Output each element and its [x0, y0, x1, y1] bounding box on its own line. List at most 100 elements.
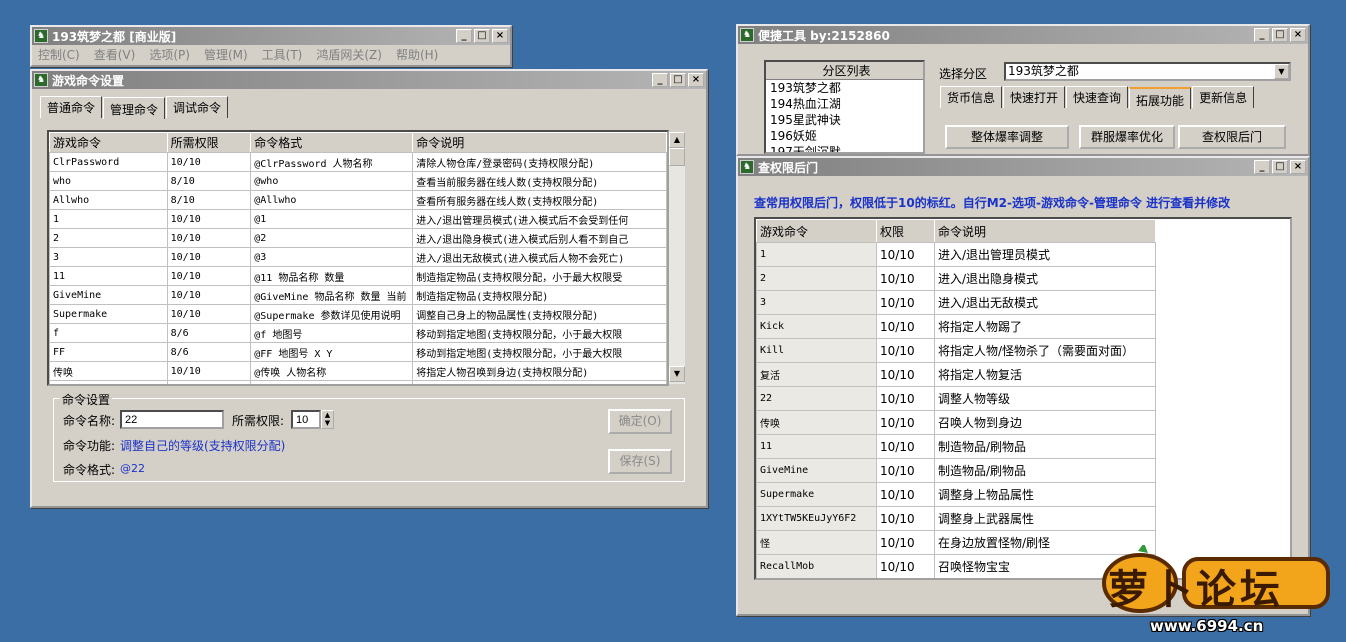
cell-permission[interactable]: 10/10 [166, 285, 252, 305]
cell-format[interactable]: @11 物品名称 数量 [250, 266, 414, 286]
close-button[interactable]: × [1290, 28, 1306, 42]
tab-update-info[interactable]: 更新信息 [1192, 86, 1255, 108]
table-row[interactable]: 2 10/10 进入/退出隐身模式 [756, 266, 1156, 291]
main-window-titlebar[interactable]: ♞ 193筑梦之都 [商业版] _ □ × [32, 27, 510, 45]
table-row[interactable]: 明暗10/10@明暗 人物名称明暗指定人物(支持权限分配) [49, 380, 667, 384]
menu-tools[interactable]: 工具(T) [262, 46, 303, 63]
col-header-description[interactable]: 命令说明 [412, 132, 667, 153]
tab-currency-info[interactable]: 货币信息 [940, 86, 1003, 108]
cell-command[interactable]: 1 [756, 242, 877, 267]
cell-command[interactable]: Kill [756, 338, 877, 363]
overall-drop-rate-button[interactable]: 整体爆率调整 [945, 125, 1069, 149]
minimize-button[interactable]: _ [456, 29, 472, 43]
cell-description[interactable]: 召唤人物到身边 [934, 410, 1156, 435]
cell-command[interactable]: 2 [49, 228, 168, 248]
group-drop-rate-button[interactable]: 群服爆率优化 [1079, 125, 1175, 149]
scroll-down-icon[interactable]: ▼ [669, 366, 685, 382]
cell-command[interactable]: 1 [49, 209, 168, 229]
cell-permission[interactable]: 10/10 [876, 530, 935, 555]
save-button[interactable]: 保存(S) [608, 449, 672, 474]
close-button[interactable]: × [1290, 160, 1306, 174]
cell-command[interactable]: 22 [756, 386, 877, 411]
cell-description[interactable]: 查看所有服务器在线人数(支持权限分配) [412, 190, 667, 210]
cell-format[interactable]: @明暗 人物名称 [250, 380, 414, 384]
cell-description[interactable]: 进入/退出无敌模式(进入模式后人物不会死亡) [412, 247, 667, 267]
cell-description[interactable]: 调整身上物品属性 [934, 482, 1156, 507]
cell-permission[interactable]: 10/10 [876, 314, 935, 339]
cell-permission[interactable]: 10/10 [166, 304, 252, 324]
close-button[interactable]: × [688, 73, 704, 87]
command-window-titlebar[interactable]: ♞ 游戏命令设置 _ □ × [32, 71, 706, 89]
cell-command[interactable]: 1XYtTW5KEuJyY6F2 [756, 506, 877, 531]
menu-view[interactable]: 查看(V) [94, 46, 136, 63]
list-item[interactable]: 194热血江湖 [766, 96, 923, 112]
menu-manage[interactable]: 管理(M) [204, 46, 248, 63]
table-row[interactable]: Kill 10/10 将指定人物/怪物杀了（需要面对面） [756, 338, 1156, 363]
cell-description[interactable]: 移动到指定地图(支持权限分配，小于最大权限 [412, 342, 667, 362]
cell-permission[interactable]: 10/10 [876, 506, 935, 531]
cell-command[interactable]: RecallMob [756, 554, 877, 578]
cell-format[interactable]: @FF 地图号 X Y [250, 342, 414, 362]
maximize-button[interactable]: □ [670, 73, 686, 87]
tab-quick-open[interactable]: 快速打开 [1003, 86, 1066, 108]
maximize-button[interactable]: □ [474, 29, 490, 43]
close-button[interactable]: × [492, 29, 508, 43]
quick-tools-titlebar[interactable]: ♞ 便捷工具 by:2152860 _ □ × [738, 26, 1308, 44]
table-row[interactable]: 复活 10/10 将指定人物复活 [756, 362, 1156, 387]
cell-command[interactable]: GiveMine [756, 458, 877, 483]
partition-list[interactable]: 分区列表 193筑梦之都 194热血江湖 195星武神诀 196妖姬 197天剑… [764, 60, 925, 154]
cell-format[interactable]: @Supermake 参数详见使用说明 [250, 304, 414, 324]
cell-permission[interactable]: 10/10 [876, 242, 935, 267]
cell-description[interactable]: 进入/退出无敌模式 [934, 290, 1156, 315]
list-item[interactable]: 196妖姬 [766, 128, 923, 144]
col-header-permission[interactable]: 权限 [876, 219, 935, 243]
cell-description[interactable]: 调整自己身上的物品属性(支持权限分配) [412, 304, 667, 324]
cell-command[interactable]: f [49, 323, 168, 343]
cell-description[interactable]: 将指定人物/怪物杀了（需要面对面） [934, 338, 1156, 363]
cell-permission[interactable]: 10/10 [876, 458, 935, 483]
col-header-format[interactable]: 命令格式 [250, 132, 414, 153]
command-name-input[interactable] [120, 410, 224, 429]
table-row[interactable]: who 8/10 @who 查看当前服务器在线人数(支持权限分配) [49, 171, 667, 191]
cell-format[interactable]: @传唤 人物名称 [250, 361, 414, 381]
cell-command[interactable]: who [49, 171, 168, 191]
table-row[interactable]: RecallMob 10/10 召唤怪物宝宝 [756, 554, 1156, 578]
table-row[interactable]: 22 10/10 调整人物等级 [756, 386, 1156, 411]
table-row[interactable]: 怪 10/10 在身边放置怪物/刷怪 [756, 530, 1156, 555]
cell-permission[interactable]: 10/10 [166, 380, 252, 384]
permission-spinner[interactable] [291, 410, 321, 429]
cell-command[interactable]: 2 [756, 266, 877, 291]
menu-control[interactable]: 控制(C) [38, 46, 80, 63]
ok-button[interactable]: 确定(O) [608, 409, 672, 434]
cell-description[interactable]: 进入/退出管理员模式(进入模式后不会受到任何 [412, 209, 667, 229]
cell-permission[interactable]: 8/6 [166, 342, 252, 362]
cell-permission[interactable]: 10/10 [876, 266, 935, 291]
cell-description[interactable]: 移动到指定地图(支持权限分配，小于最大权限 [412, 323, 667, 343]
cell-permission[interactable]: 10/10 [166, 361, 252, 381]
col-header-command[interactable]: 游戏命令 [49, 132, 168, 153]
table-row[interactable]: Allwho 8/10 @Allwho 查看所有服务器在线人数(支持权限分配) [49, 190, 667, 210]
cell-permission[interactable]: 10/10 [166, 266, 252, 286]
cell-description[interactable]: 制造指定物品(支持权限分配，小于最大权限受 [412, 266, 667, 286]
cell-description[interactable]: 将指定人物复活 [934, 362, 1156, 387]
tab-debug-commands[interactable]: 调试命令 [166, 96, 229, 118]
scroll-up-icon[interactable]: ▲ [669, 132, 685, 148]
cell-description[interactable]: 制造物品/刷物品 [934, 434, 1156, 459]
cell-description[interactable]: 将指定人物召唤到身边(支持权限分配) [412, 361, 667, 381]
cell-permission[interactable]: 10/10 [166, 247, 252, 267]
maximize-button[interactable]: □ [1272, 160, 1288, 174]
cell-permission[interactable]: 10/10 [876, 290, 935, 315]
cell-format[interactable]: @1 [250, 209, 414, 229]
table-row[interactable]: Supermake 10/10 @Supermake 参数详见使用说明 调整自己身上的… [49, 304, 667, 324]
check-permission-backdoor-button[interactable]: 查权限后门 [1178, 125, 1286, 149]
minimize-button[interactable]: _ [1254, 28, 1270, 42]
tab-quick-query[interactable]: 快速查询 [1066, 86, 1129, 108]
table-row[interactable]: FF 8/6 @FF 地图号 X Y 移动到指定地图(支持权限分配，小于最大权限 [49, 342, 667, 362]
cell-permission[interactable]: 10/10 [876, 386, 935, 411]
cell-permission[interactable]: 10/10 [876, 338, 935, 363]
cell-format[interactable]: @f 地图号 [250, 323, 414, 343]
cell-command[interactable]: Supermake [756, 482, 877, 507]
command-table-scrollbar[interactable]: ▲ ▼ [669, 132, 685, 384]
table-row[interactable]: 1XYtTW5KEuJyY6F2 10/10 调整身上武器属性 [756, 506, 1156, 531]
cell-format[interactable]: @3 [250, 247, 414, 267]
